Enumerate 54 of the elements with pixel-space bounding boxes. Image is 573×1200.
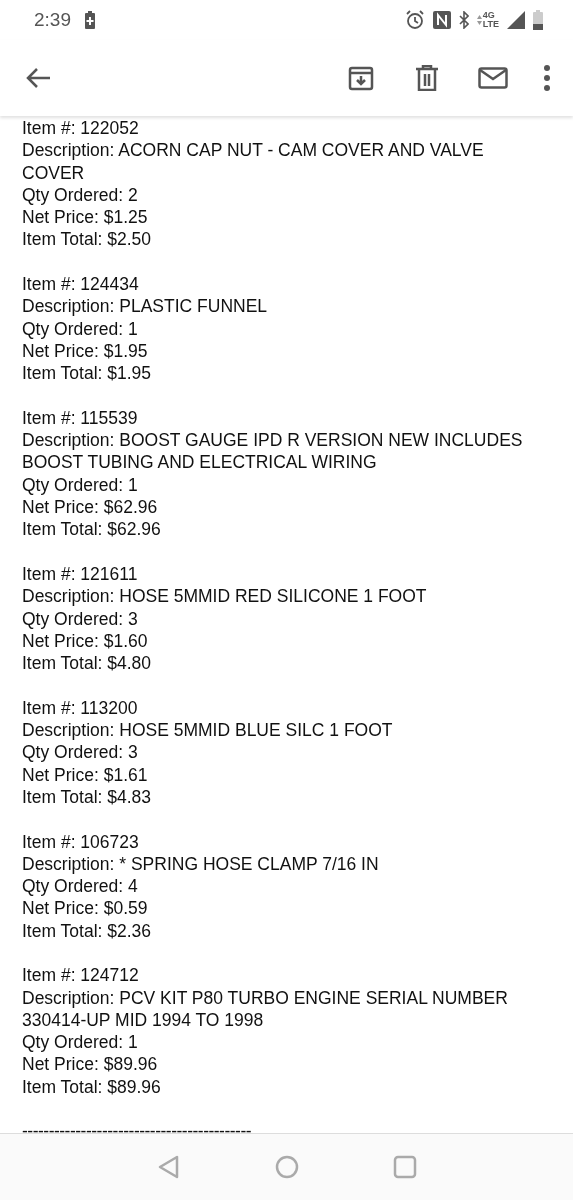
item-number-text: Item #: 124434 [22, 273, 140, 296]
net-price-text: Net Price: $1.25 [22, 206, 149, 229]
quantity-text: Qty Ordered: 3 [22, 741, 139, 764]
quantity-text: Qty Ordered: 2 [22, 183, 139, 207]
archive-icon [348, 65, 374, 91]
item-total-text: Item Total: $62.96 [22, 518, 162, 541]
description-text: Description: HOSE 5MMID BLUE SILC 1 FOOT [22, 719, 394, 742]
bluetooth-icon [458, 11, 469, 29]
item-number-text: Item #: 121611 [22, 562, 139, 586]
description-text: Description: HOSE 5MMID RED SILICONE 1 FOOT [22, 585, 428, 608]
description-text: Description: ACORN CAP NUT - CAM COVER AND VALVE COVER [22, 139, 485, 184]
item-number-text: Item #: 106723 [22, 830, 140, 853]
item-total-text: Item Total: $2.50 [22, 228, 153, 251]
item-total-text: Item Total: $1.95 [22, 362, 153, 385]
item-number-text: Item #: 122052 [22, 117, 140, 140]
back-arrow-icon [25, 67, 51, 89]
description-text: Description: * SPRING HOSE CLAMP 7/16 IN [22, 852, 380, 876]
envelope-icon [478, 67, 508, 89]
quantity-text: Qty Ordered: 1 [22, 473, 139, 497]
separator-line-text: ------------------------------------------- [22, 1124, 252, 1133]
net-price-text: Net Price: $62.96 [22, 496, 159, 519]
net-price-text: Net Price: $1.61 [22, 763, 149, 786]
battery-icon [533, 10, 543, 30]
net-price-text: Net Price: $0.59 [22, 897, 149, 920]
item-number-text: Item #: 124712 [22, 964, 140, 987]
item-total-text: Item Total: $4.80 [22, 652, 153, 675]
net-price-text: Net Price: $1.60 [22, 629, 149, 653]
square-recents-icon [392, 1155, 417, 1179]
trash-icon [415, 65, 439, 91]
quantity-text: Qty Ordered: 1 [22, 1031, 139, 1054]
battery-charging-icon [85, 11, 95, 29]
net-price-text: Net Price: $1.95 [22, 339, 149, 363]
item-total-text: Item Total: $89.96 [22, 1075, 162, 1099]
signal-icon [507, 11, 525, 29]
net-price-text: Net Price: $89.96 [22, 1053, 159, 1076]
quantity-text: Qty Ordered: 3 [22, 607, 139, 630]
description-text: Description: PLASTIC FUNNEL [22, 295, 269, 318]
network-type-text: 4G [482, 11, 496, 20]
quantity-text: Qty Ordered: 4 [22, 875, 139, 898]
circle-home-icon [274, 1155, 299, 1179]
item-number-text: Item #: 113200 [22, 696, 139, 719]
triangle-back-icon [157, 1155, 180, 1179]
lte-text: LTE [482, 20, 499, 29]
more-vertical-icon [543, 65, 551, 91]
item-total-text: Item Total: $2.36 [22, 919, 153, 942]
nfc-icon [432, 11, 451, 29]
description-text: Description: PCV KIT P80 TURBO ENGINE SERIAL NUMBER 330414-UP MID 1994 TO 1998 [22, 986, 509, 1032]
alarm-clock-icon [404, 10, 425, 30]
data-arrows-icon [476, 14, 482, 26]
quantity-text: Qty Ordered: 1 [22, 317, 139, 340]
item-total-text: Item Total: $4.83 [22, 785, 153, 809]
item-number-text: Item #: 115539 [22, 406, 139, 430]
description-text: Description: BOOST GAUGE IPD R VERSION NEW INCLUDES BOOST TUBING AND ELECTRICAL WIRING [22, 429, 524, 474]
status-time: 2:39 [34, 9, 71, 31]
